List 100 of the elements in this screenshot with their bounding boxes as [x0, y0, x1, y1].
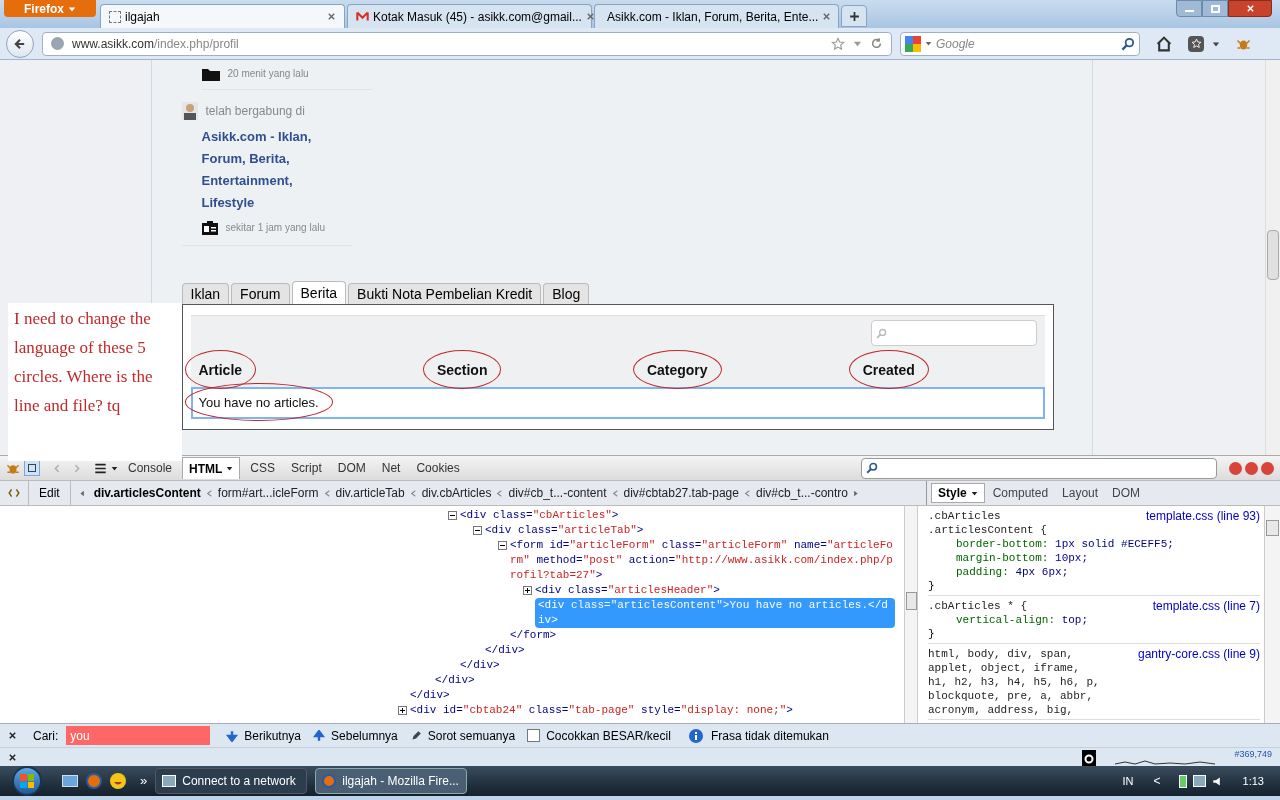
- maximize-button[interactable]: [1202, 0, 1228, 17]
- html-node[interactable]: <div class="articleTab">: [485, 523, 898, 538]
- profile-tab[interactable]: Iklan: [181, 283, 230, 304]
- close-icon[interactable]: [8, 731, 17, 740]
- match-case-label[interactable]: Cocokkan BESAR/kecil: [546, 726, 671, 745]
- column-header[interactable]: Created: [862, 362, 915, 378]
- panel-tab[interactable]: CSS: [244, 457, 282, 479]
- find-next-button[interactable]: Berikutnya: [226, 726, 302, 745]
- menu-icon[interactable]: [94, 461, 107, 475]
- profile-tab[interactable]: Berita: [291, 281, 347, 305]
- expand-icon[interactable]: [398, 706, 407, 715]
- css-value[interactable]: top;: [1061, 614, 1089, 626]
- side-panel-tab[interactable]: Style: [931, 483, 985, 503]
- html-node[interactable]: <div class="articlesHeader">: [535, 583, 898, 598]
- taskbar-button[interactable]: Connect to a network: [155, 768, 308, 794]
- css-property[interactable]: padding:: [956, 566, 1009, 578]
- collapse-icon[interactable]: [473, 526, 482, 535]
- css-value[interactable]: 10px;: [1055, 552, 1089, 564]
- back-button[interactable]: [6, 29, 34, 58]
- side-panel-tab[interactable]: Layout: [1056, 483, 1105, 503]
- battery-icon[interactable]: [1178, 774, 1187, 788]
- scrollbar[interactable]: [1265, 60, 1280, 455]
- expand-icon[interactable]: [523, 586, 532, 595]
- breadcrumb[interactable]: div.cbArticles: [421, 484, 492, 502]
- tray-toggle[interactable]: <: [1153, 772, 1161, 790]
- breadcrumb[interactable]: div#cbtab27.tab-page: [623, 484, 739, 502]
- smiley-icon[interactable]: [110, 773, 126, 789]
- css-property[interactable]: vertical-align:: [956, 614, 1056, 626]
- highlight-all-button[interactable]: Sorot semuanya: [409, 726, 516, 745]
- panel-tab[interactable]: HTML: [182, 457, 241, 479]
- browser-tab[interactable]: Asikk.com - Iklan, Forum, Berita, Ente...: [594, 4, 839, 28]
- firebug-search-field[interactable]: [861, 457, 1217, 479]
- dropdown-icon[interactable]: [111, 464, 118, 472]
- side-panel-tab[interactable]: Computed: [986, 483, 1055, 503]
- home-icon[interactable]: [1156, 35, 1172, 52]
- scrollbar[interactable]: [1264, 506, 1280, 723]
- panel-tab[interactable]: Cookies: [410, 457, 466, 479]
- taskbar-button[interactable]: ilgajah - Mozilla Fire...: [315, 768, 468, 794]
- clock[interactable]: 1:13: [1242, 772, 1264, 790]
- css-selector: .cbArticles: [928, 509, 1001, 523]
- dropdown-icon[interactable]: [1212, 39, 1220, 48]
- css-property[interactable]: border-bottom:: [956, 538, 1049, 550]
- breadcrumb[interactable]: div#cb_t...-contro: [755, 484, 848, 502]
- close-icon[interactable]: [8, 752, 17, 762]
- scroll-left-icon[interactable]: [78, 489, 86, 497]
- minimize-button[interactable]: [1229, 461, 1242, 475]
- panel-tab[interactable]: Script: [285, 457, 328, 479]
- breadcrumb[interactable]: div.articleTab: [335, 484, 405, 502]
- column-header[interactable]: Category: [646, 362, 708, 378]
- profile-tab[interactable]: Bukti Nota Pembelian Kredit: [348, 283, 542, 304]
- collapse-icon[interactable]: [498, 541, 507, 550]
- breadcrumb[interactable]: div.articlesContent: [93, 484, 201, 502]
- overflow-button[interactable]: »: [140, 771, 148, 791]
- find-previous-button[interactable]: Sebelumnya: [313, 726, 398, 745]
- css-property[interactable]: margin-bottom:: [956, 552, 1049, 564]
- match-case-checkbox[interactable]: [527, 729, 541, 742]
- search-field[interactable]: Google: [900, 31, 1140, 56]
- html-node[interactable]: <div class="cbArticles">: [460, 508, 898, 523]
- table-search-field[interactable]: [870, 320, 1037, 346]
- search-icon: [866, 462, 878, 474]
- search-input[interactable]: Google: [936, 34, 1117, 53]
- css-value[interactable]: 4px 6px;: [1015, 566, 1069, 578]
- css-source-link[interactable]: gantry-core.css (line 9): [1137, 647, 1260, 661]
- browser-tab[interactable]: Kotak Masuk (45) - asikk.com@gmail...: [347, 4, 592, 28]
- scrollbar[interactable]: [904, 506, 918, 723]
- breadcrumb[interactable]: form#art...icleForm: [217, 484, 319, 502]
- side-panel-tab[interactable]: DOM: [1106, 483, 1147, 503]
- css-value[interactable]: 1px solid #ECEFF5;: [1055, 538, 1174, 550]
- html-node[interactable]: <div id="cbtab24" class="tab-page" style="display: none;">: [410, 703, 898, 718]
- url-field[interactable]: www.asikk.com/index.php/profil: [42, 31, 892, 56]
- collapse-icon[interactable]: [448, 511, 457, 520]
- css-source-link[interactable]: template.css (line 93): [1145, 509, 1260, 523]
- panel-tab[interactable]: DOM: [331, 457, 372, 479]
- browser-tab[interactable]: ilgajah: [100, 4, 345, 28]
- firefox-icon[interactable]: [86, 773, 102, 789]
- network-icon[interactable]: [1192, 775, 1206, 787]
- scroll-right-icon[interactable]: [852, 489, 859, 497]
- column-header[interactable]: Article: [198, 362, 243, 378]
- detach-button[interactable]: [1245, 461, 1258, 475]
- reload-icon[interactable]: [870, 37, 883, 50]
- site-link[interactable]: Asikk.com - Iklan, Forum, Berita, Entertainment, Lifestyle: [201, 126, 332, 214]
- column-header[interactable]: Section: [436, 362, 488, 378]
- bookmarks-icon[interactable]: [1188, 35, 1204, 52]
- profile-tab[interactable]: Forum: [231, 283, 290, 304]
- panel-tab[interactable]: Net: [375, 457, 407, 479]
- css-source-link[interactable]: template.css (line 7): [1152, 599, 1260, 613]
- code-icon[interactable]: [8, 487, 20, 499]
- close-button[interactable]: [1261, 461, 1274, 475]
- new-tab-button[interactable]: [841, 5, 867, 27]
- start-button[interactable]: [12, 766, 42, 796]
- search-icon[interactable]: [1121, 36, 1135, 51]
- minimize-button[interactable]: [1176, 0, 1202, 17]
- language-indicator[interactable]: IN: [1122, 772, 1134, 790]
- star-icon[interactable]: [831, 36, 845, 51]
- close-button[interactable]: [1228, 0, 1272, 17]
- addon-icon[interactable]: [1082, 750, 1096, 766]
- folder-icon: [201, 67, 220, 81]
- breadcrumb[interactable]: div#cb_t...-content: [508, 484, 607, 502]
- profile-tab[interactable]: Blog: [543, 283, 590, 304]
- google-icon[interactable]: [905, 35, 921, 52]
